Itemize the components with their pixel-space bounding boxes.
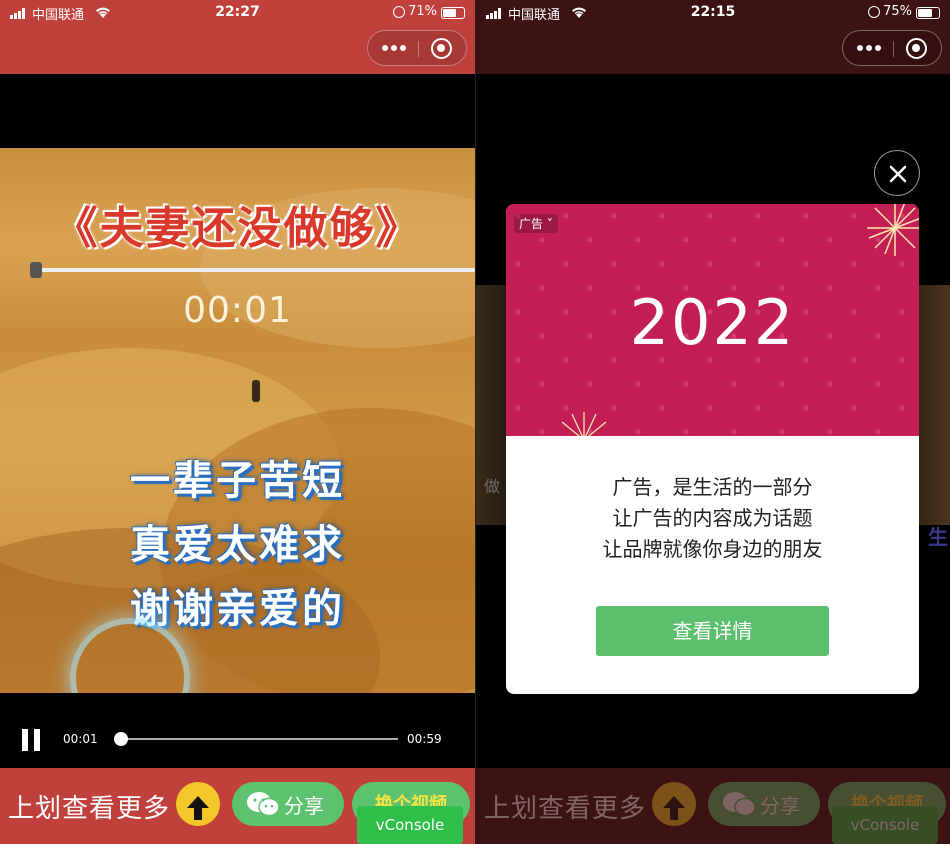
background-text-fragment: 生 (928, 525, 948, 549)
video-title: 《夫妻还没做够》 (53, 203, 422, 254)
ad-copy: 广告，是生活的一部分 让广告的内容成为话题 让品牌就像你身边的朋友 (506, 472, 919, 565)
duration: 00:59 (407, 732, 442, 746)
wechat-icon (247, 792, 280, 817)
progress-knob[interactable] (113, 732, 128, 746)
firework-graphic (867, 204, 919, 256)
target-icon[interactable] (906, 38, 927, 59)
arrow-up-icon (663, 796, 685, 820)
close-ad-button[interactable] (874, 150, 920, 196)
video-overlay-time: 00:01 (183, 290, 292, 331)
underline-knob (30, 262, 42, 278)
lyric-line: 谢谢亲爱的 (130, 586, 345, 632)
lyric-line: 一辈子苦短 (130, 458, 345, 504)
video-player[interactable]: 《夫妻还没做够》 00:01 一辈子苦短 真爱太难求 谢谢亲爱的 (0, 148, 475, 693)
close-icon (889, 165, 907, 183)
chevron-down-icon: ˅ (543, 217, 553, 231)
current-time: 00:01 (63, 732, 98, 746)
share-button[interactable]: 分享 (708, 782, 820, 826)
ad-banner[interactable]: 广告 ˅ 2022 (506, 204, 919, 436)
ad-year: 2022 (629, 286, 796, 359)
video-screen: 中国联通 22:27 71% 《夫妻还没做够》 00:01 一辈子苦短 真爱太难… (0, 0, 475, 844)
status-bar: 中国联通 22:15 75% (476, 4, 950, 23)
ad-tag-label: 广告 (519, 217, 544, 231)
mini-program-capsule (842, 30, 942, 66)
mini-program-capsule (367, 30, 467, 66)
more-dots-icon[interactable] (857, 45, 881, 53)
orientation-lock-icon (868, 6, 880, 18)
bottom-action-bar: 上划查看更多 分享 换个视频 vConsole (476, 768, 950, 844)
ad-copy-line: 广告，是生活的一部分 (612, 475, 813, 499)
share-label: 分享 (284, 794, 324, 818)
capsule-divider (418, 41, 419, 57)
vconsole-button[interactable]: vConsole (832, 806, 938, 844)
ad-copy-line: 让广告的内容成为话题 (612, 506, 813, 530)
share-label: 分享 (760, 794, 800, 818)
orientation-lock-icon (393, 6, 405, 18)
video-controls: 00:01 00:59 (0, 715, 475, 765)
pause-icon[interactable] (22, 729, 40, 751)
more-dots-icon[interactable] (382, 45, 406, 53)
battery-percent: 75% (883, 4, 912, 19)
battery-icon (916, 7, 940, 19)
swipe-up-button[interactable] (176, 782, 220, 826)
battery-icon (441, 7, 465, 19)
ad-copy-line: 让品牌就像你身边的朋友 (602, 537, 823, 561)
swipe-more-label: 上划查看更多 (8, 794, 171, 824)
status-bar: 中国联通 22:27 71% (0, 4, 475, 23)
ad-tag[interactable]: 广告 ˅ (514, 214, 558, 233)
mini-program-header: 中国联通 22:27 71% (0, 0, 475, 74)
mini-program-header: 中国联通 22:15 75% (476, 0, 950, 74)
firework-graphic (561, 412, 607, 436)
swipe-more-label: 上划查看更多 (484, 794, 647, 824)
battery-percent: 71% (408, 4, 437, 19)
ad-screen: 中国联通 22:15 75% 做 生 广告 ˅ 2022 广告，是生活的一部分 … (476, 0, 950, 844)
capsule-divider (893, 41, 894, 57)
background-text-fragment: 做 (484, 477, 501, 496)
wechat-icon (723, 792, 756, 817)
swipe-up-button[interactable] (652, 782, 696, 826)
desert-walker (252, 380, 260, 402)
arrow-up-icon (187, 796, 209, 820)
video-title-underline (32, 268, 475, 272)
view-details-button[interactable]: 查看详情 (596, 606, 829, 656)
share-button[interactable]: 分享 (232, 782, 344, 826)
target-icon[interactable] (431, 38, 452, 59)
ad-modal: 广告 ˅ 2022 广告，是生活的一部分 让广告的内容成为话题 让品牌就像你身边… (506, 204, 919, 694)
vconsole-button[interactable]: vConsole (357, 806, 463, 844)
lyric-line: 真爱太难求 (130, 522, 345, 568)
progress-track[interactable] (116, 738, 398, 740)
